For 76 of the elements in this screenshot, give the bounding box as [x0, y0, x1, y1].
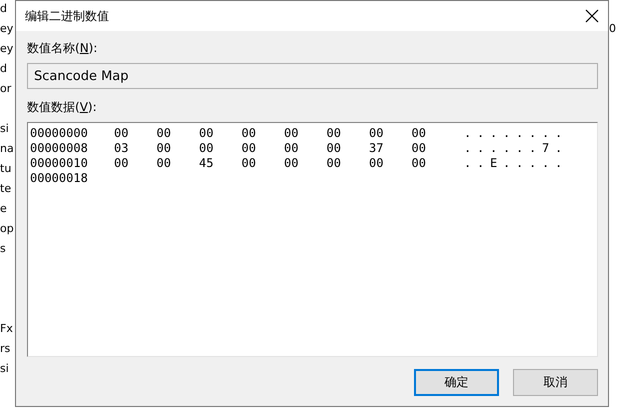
hex-byte: 00: [412, 156, 427, 171]
ascii-char: .: [477, 141, 486, 156]
hex-byte: 00: [412, 126, 427, 141]
ascii-char: .: [516, 156, 524, 171]
hex-byte: 00: [326, 156, 342, 171]
value-name-field[interactable]: Scancode Map: [27, 63, 598, 89]
hex-byte: 00: [284, 156, 300, 171]
hex-byte: 00: [242, 141, 257, 156]
hex-byte: 00: [412, 141, 427, 156]
ascii-char: .: [516, 126, 524, 141]
ascii-char: .: [542, 126, 550, 141]
hex-byte: 00: [326, 126, 342, 141]
ascii-char: .: [464, 156, 472, 171]
hex-byte: 00: [369, 126, 384, 141]
background-text: ey: [0, 42, 14, 56]
hex-byte: 00: [369, 156, 384, 171]
background-text: d: [0, 2, 7, 16]
ascii-char: .: [555, 126, 564, 141]
background-text: s: [0, 242, 6, 256]
hex-byte: 00: [284, 141, 300, 156]
ascii-char: .: [542, 156, 550, 171]
ascii-char: .: [490, 141, 498, 156]
ascii-char: 7: [542, 141, 550, 156]
hex-byte: 00: [199, 126, 214, 141]
hex-byte: 00: [284, 126, 300, 141]
hex-byte: 00: [326, 141, 342, 156]
hex-byte: 03: [114, 141, 130, 156]
hex-byte: 00: [242, 126, 257, 141]
hex-offset: 00000018: [30, 171, 89, 186]
hex-byte: 00: [114, 156, 130, 171]
ascii-char: .: [490, 126, 498, 141]
ascii-char: E: [490, 156, 498, 171]
value-data-label: 数值数据(V):: [27, 99, 98, 116]
background-text: ey: [0, 22, 14, 36]
window-title: 编辑二进制数值: [25, 8, 109, 24]
background-text: Fx: [0, 322, 13, 336]
background-text: 0: [609, 22, 616, 35]
ascii-char: .: [503, 141, 512, 156]
hex-offset: 00000010: [30, 156, 89, 171]
ascii-char: .: [529, 156, 538, 171]
hex-byte: 00: [156, 141, 172, 156]
background-text: op: [0, 222, 14, 236]
background-text: te: [0, 182, 12, 196]
background-text: or: [0, 82, 12, 96]
hex-byte: 00: [156, 126, 172, 141]
ascii-char: .: [477, 156, 486, 171]
background-text: rs: [0, 342, 10, 356]
background-text: d: [0, 62, 7, 76]
background-text: e: [0, 202, 7, 216]
close-icon[interactable]: [584, 8, 600, 24]
ascii-char: .: [464, 141, 472, 156]
hex-byte: 00: [199, 141, 214, 156]
hex-byte: 00: [114, 126, 130, 141]
ascii-char: .: [477, 126, 486, 141]
hex-offset: 00000008: [30, 141, 89, 156]
ascii-char: .: [464, 126, 472, 141]
hex-byte: 37: [369, 141, 384, 156]
hex-byte: 00: [242, 156, 257, 171]
value-name-label: 数值名称(N):: [27, 40, 98, 57]
hex-offset: 00000000: [30, 126, 89, 141]
ascii-char: .: [503, 126, 512, 141]
hex-byte: 00: [156, 156, 172, 171]
ascii-char: .: [516, 141, 524, 156]
cancel-button[interactable]: 取消: [513, 369, 598, 396]
background-text: na: [0, 142, 14, 156]
ok-button[interactable]: 确定: [414, 369, 499, 396]
hex-editor[interactable]: 00000000 00 00 00 00 00 00 00 00 . . . . . . . . 00000008 03 00 00 00 00 00 37 00 . . . . . . 7 . 00000010 00 00 45 00 00 00 00 00 . . E . . . . . 00000018: [27, 122, 598, 357]
ascii-char: .: [529, 126, 538, 141]
background-text: si: [0, 122, 9, 136]
background-text: si: [0, 362, 9, 376]
background-text: tu: [0, 162, 12, 176]
ascii-char: .: [503, 156, 512, 171]
ascii-char: .: [555, 141, 564, 156]
ascii-char: .: [529, 141, 538, 156]
hex-byte: 45: [199, 156, 214, 171]
ascii-char: .: [555, 156, 564, 171]
